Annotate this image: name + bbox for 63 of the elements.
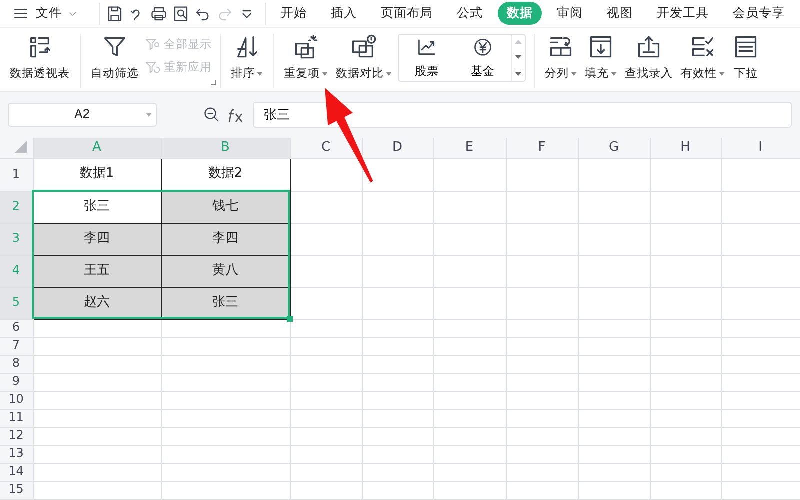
- gallery-item[interactable]: 基金: [455, 35, 511, 81]
- table-cell[interactable]: 李四: [33, 223, 161, 255]
- column-header[interactable]: H: [650, 138, 721, 158]
- ribbon-button[interactable]: 下拉: [731, 34, 761, 82]
- row-header[interactable]: 12: [0, 427, 33, 445]
- table-cell[interactable]: 李四: [161, 223, 290, 255]
- ribbon-tab[interactable]: 开发工具: [648, 2, 718, 25]
- gallery-item[interactable]: 股票: [399, 35, 455, 81]
- upload-box-icon: [636, 34, 662, 60]
- row-header[interactable]: 13: [0, 445, 33, 463]
- row-header[interactable]: 9: [0, 373, 33, 391]
- column-header[interactable]: G: [578, 138, 650, 158]
- column-header[interactable]: F: [506, 138, 578, 158]
- table-cell[interactable]: 赵六: [33, 287, 161, 319]
- formula-field[interactable]: 张三: [253, 102, 792, 128]
- table-cell[interactable]: 王五: [33, 255, 161, 287]
- name-box[interactable]: A2: [8, 103, 157, 127]
- ribbon-tab[interactable]: 视图: [598, 2, 642, 25]
- ribbon-button[interactable]: 有效性: [679, 34, 727, 82]
- ribbon-button[interactable]: 填充: [583, 34, 619, 82]
- ribbon-button[interactable]: 分列: [543, 34, 579, 82]
- save-icon[interactable]: [106, 4, 124, 22]
- row-header[interactable]: 14: [0, 463, 33, 481]
- dialog-launcher-icon[interactable]: [211, 80, 217, 86]
- zoom-out-icon[interactable]: [203, 106, 221, 124]
- ribbon-tab[interactable]: 页面布局: [372, 2, 442, 25]
- ribbon-tab[interactable]: 会员专享: [724, 2, 794, 25]
- print-preview-icon[interactable]: [172, 4, 190, 22]
- column-header[interactable]: D: [362, 138, 433, 158]
- column-header[interactable]: E: [433, 138, 506, 158]
- table-cell[interactable]: 黄八: [161, 255, 290, 287]
- ribbon-tab[interactable]: 公式: [448, 2, 492, 25]
- row-header[interactable]: 7: [0, 337, 33, 355]
- filter-eye-icon: [145, 36, 161, 53]
- caret-icon: [146, 113, 152, 117]
- column-header[interactable]: I: [721, 138, 800, 158]
- compare-squares-icon: [351, 34, 377, 60]
- filter-refresh-icon: [145, 60, 161, 76]
- row-header[interactable]: 10: [0, 391, 33, 409]
- fill-handle[interactable]: [287, 316, 293, 322]
- row-header[interactable]: 8: [0, 355, 33, 373]
- row-header[interactable]: 1: [0, 158, 33, 191]
- row-header[interactable]: 6: [0, 319, 33, 337]
- row-header[interactable]: 11: [0, 409, 33, 427]
- ribbon-button[interactable]: 数据对比: [334, 34, 394, 82]
- expand-icon[interactable]: [515, 70, 522, 76]
- dropdown-list-icon: [733, 34, 759, 60]
- scroll-down-icon[interactable]: [515, 54, 522, 59]
- duplicate-squares-icon: [293, 34, 319, 60]
- row-header[interactable]: 15: [0, 481, 33, 499]
- ribbon-button[interactable]: 重复项: [282, 34, 330, 82]
- table-cell[interactable]: 张三: [33, 191, 161, 223]
- fill-down-icon: [588, 34, 614, 60]
- print-icon[interactable]: [150, 4, 168, 22]
- ribbon-tab[interactable]: 插入: [322, 2, 366, 25]
- ribbon-button[interactable]: 排序: [229, 34, 265, 82]
- ribbon-button[interactable]: 数据透视表: [8, 34, 72, 82]
- ribbon-button[interactable]: 自动筛选: [89, 34, 141, 82]
- ribbon-button[interactable]: 查找录入: [623, 34, 675, 82]
- ribbon-tab[interactable]: 开始: [272, 2, 316, 25]
- ribbon-tab[interactable]: 审阅: [548, 2, 592, 25]
- table-cell[interactable]: 钱七: [161, 191, 290, 223]
- file-menu[interactable]: 文件: [34, 2, 87, 25]
